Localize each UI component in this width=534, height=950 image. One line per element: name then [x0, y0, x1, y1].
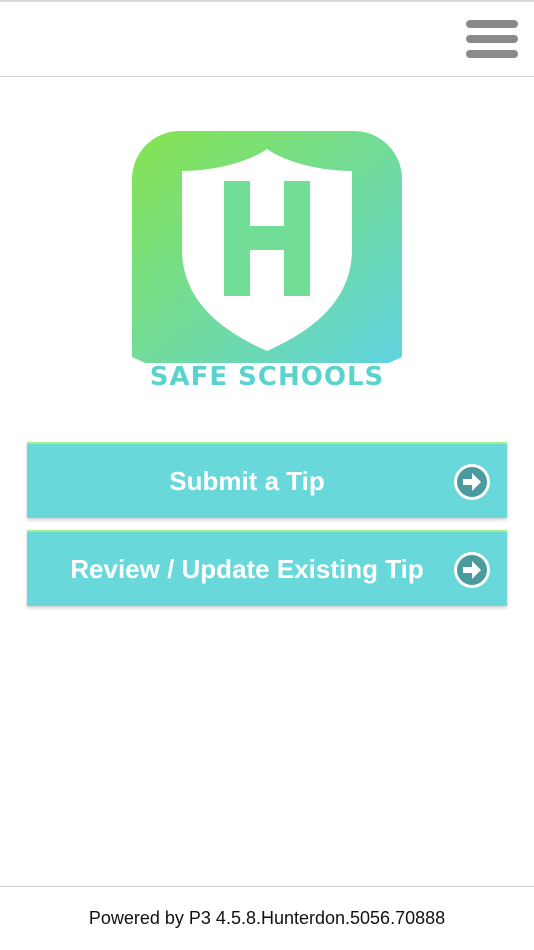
safe-schools-logo: [132, 131, 402, 401]
arrow-right-circle-icon: [454, 552, 490, 588]
submit-tip-label: Submit a Tip: [169, 466, 325, 496]
submit-tip-button[interactable]: Submit a Tip: [27, 442, 507, 518]
footer-divider: [0, 886, 534, 887]
app-screen: SAFE SCHOOLS Submit a Tip Review / Updat…: [0, 0, 534, 950]
header-bar: [0, 2, 534, 77]
menu-bar-top: [466, 20, 518, 28]
menu-bar-middle: [466, 35, 518, 43]
hamburger-menu-icon[interactable]: [466, 20, 518, 60]
arrow-right-circle-icon: [454, 464, 490, 500]
menu-bar-bottom: [466, 50, 518, 58]
footer-powered-by: Powered by P3 4.5.8.Hunterdon.5056.70888: [88, 908, 446, 928]
review-update-tip-label: Review / Update Existing Tip: [70, 554, 424, 584]
shield-logo-icon: [132, 131, 402, 401]
logo-caption: SAFE SCHOOLS: [149, 362, 385, 392]
review-update-tip-button[interactable]: Review / Update Existing Tip: [27, 530, 507, 606]
